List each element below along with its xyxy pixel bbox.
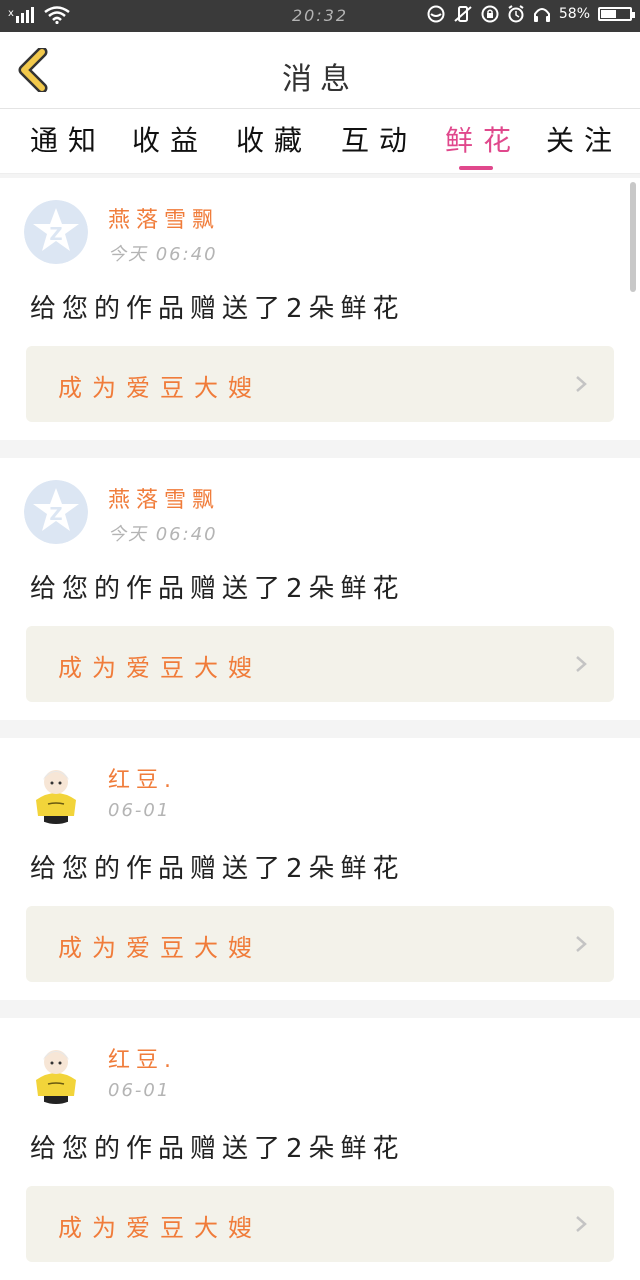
tab-bar: 通知 收益 收藏 互动 鲜花 关注 — [0, 109, 640, 174]
battery-fill — [601, 10, 616, 18]
status-bar: x 20:32 58% — [0, 0, 640, 32]
eye-care-icon — [427, 5, 445, 23]
avatar[interactable] — [24, 760, 88, 824]
chevron-right-icon — [576, 936, 587, 952]
sender-name[interactable]: 燕落雪飘 — [108, 482, 220, 514]
sender-name[interactable]: 红豆. — [108, 762, 177, 794]
alarm-icon — [508, 5, 524, 23]
tab-interactions[interactable]: 互动 — [341, 119, 417, 159]
message-time: 今天 06:40 — [108, 244, 218, 265]
tab-notifications[interactable]: 通知 — [30, 119, 106, 159]
message-text: 给您的作品赠送了2朵鲜花 — [30, 574, 405, 604]
chevron-right-icon — [576, 656, 587, 672]
battery-icon — [598, 7, 635, 21]
message-card: Z 燕落雪飘 今天 06:40 给您的作品赠送了2朵鲜花 成为爱豆大嫂 — [0, 178, 640, 440]
action-label: 成为爱豆大嫂 — [58, 654, 262, 682]
action-label: 成为爱豆大嫂 — [58, 934, 262, 962]
message-text: 给您的作品赠送了2朵鲜花 — [30, 854, 405, 884]
tab-follows[interactable]: 关注 — [546, 119, 622, 159]
qq-default-avatar-icon: Z — [24, 200, 88, 264]
avatar[interactable]: Z — [24, 480, 88, 544]
become-fan-button[interactable]: 成为爱豆大嫂 — [26, 346, 614, 422]
message-card: Z 燕落雪飘 今天 06:40 给您的作品赠送了2朵鲜花 成为爱豆大嫂 — [0, 458, 640, 720]
nav-bar: 消息 — [0, 32, 640, 109]
anime-girl-avatar-icon — [24, 760, 88, 824]
svg-text:Z: Z — [49, 504, 62, 525]
sender-name[interactable]: 红豆. — [108, 1042, 177, 1074]
active-tab-indicator — [459, 166, 493, 170]
become-fan-button[interactable]: 成为爱豆大嫂 — [26, 626, 614, 702]
anime-girl-avatar-icon — [24, 1040, 88, 1104]
sender-name[interactable]: 燕落雪飘 — [108, 202, 220, 234]
scrollbar[interactable] — [630, 182, 636, 292]
become-fan-button[interactable]: 成为爱豆大嫂 — [26, 1186, 614, 1262]
message-text: 给您的作品赠送了2朵鲜花 — [30, 1134, 405, 1164]
message-time: 今天 06:40 — [108, 524, 218, 545]
page-title: 消息 — [282, 62, 358, 97]
battery-percent: 58% — [558, 6, 590, 22]
rotation-lock-icon — [481, 5, 499, 23]
tab-earnings[interactable]: 收益 — [132, 119, 208, 159]
message-text: 给您的作品赠送了2朵鲜花 — [30, 294, 405, 324]
message-card: 红豆. 06-01 给您的作品赠送了2朵鲜花 成为爱豆大嫂 — [0, 1018, 640, 1280]
tab-favorites[interactable]: 收藏 — [236, 119, 312, 159]
action-label: 成为爱豆大嫂 — [58, 374, 262, 402]
chevron-right-icon — [576, 1216, 587, 1232]
avatar[interactable] — [24, 1040, 88, 1104]
qq-default-avatar-icon: Z — [24, 480, 88, 544]
avatar[interactable]: Z — [24, 200, 88, 264]
status-right: 58% — [427, 5, 635, 23]
become-fan-button[interactable]: 成为爱豆大嫂 — [26, 906, 614, 982]
tab-flowers[interactable]: 鲜花 — [445, 119, 521, 159]
message-card: 红豆. 06-01 给您的作品赠送了2朵鲜花 成为爱豆大嫂 — [0, 738, 640, 1000]
vibrate-off-icon — [454, 6, 472, 22]
action-label: 成为爱豆大嫂 — [58, 1214, 262, 1242]
chevron-right-icon — [576, 376, 587, 392]
svg-text:Z: Z — [49, 224, 62, 245]
message-time: 06-01 — [108, 1080, 171, 1101]
message-time: 06-01 — [108, 800, 171, 821]
headphones-icon — [533, 8, 550, 22]
